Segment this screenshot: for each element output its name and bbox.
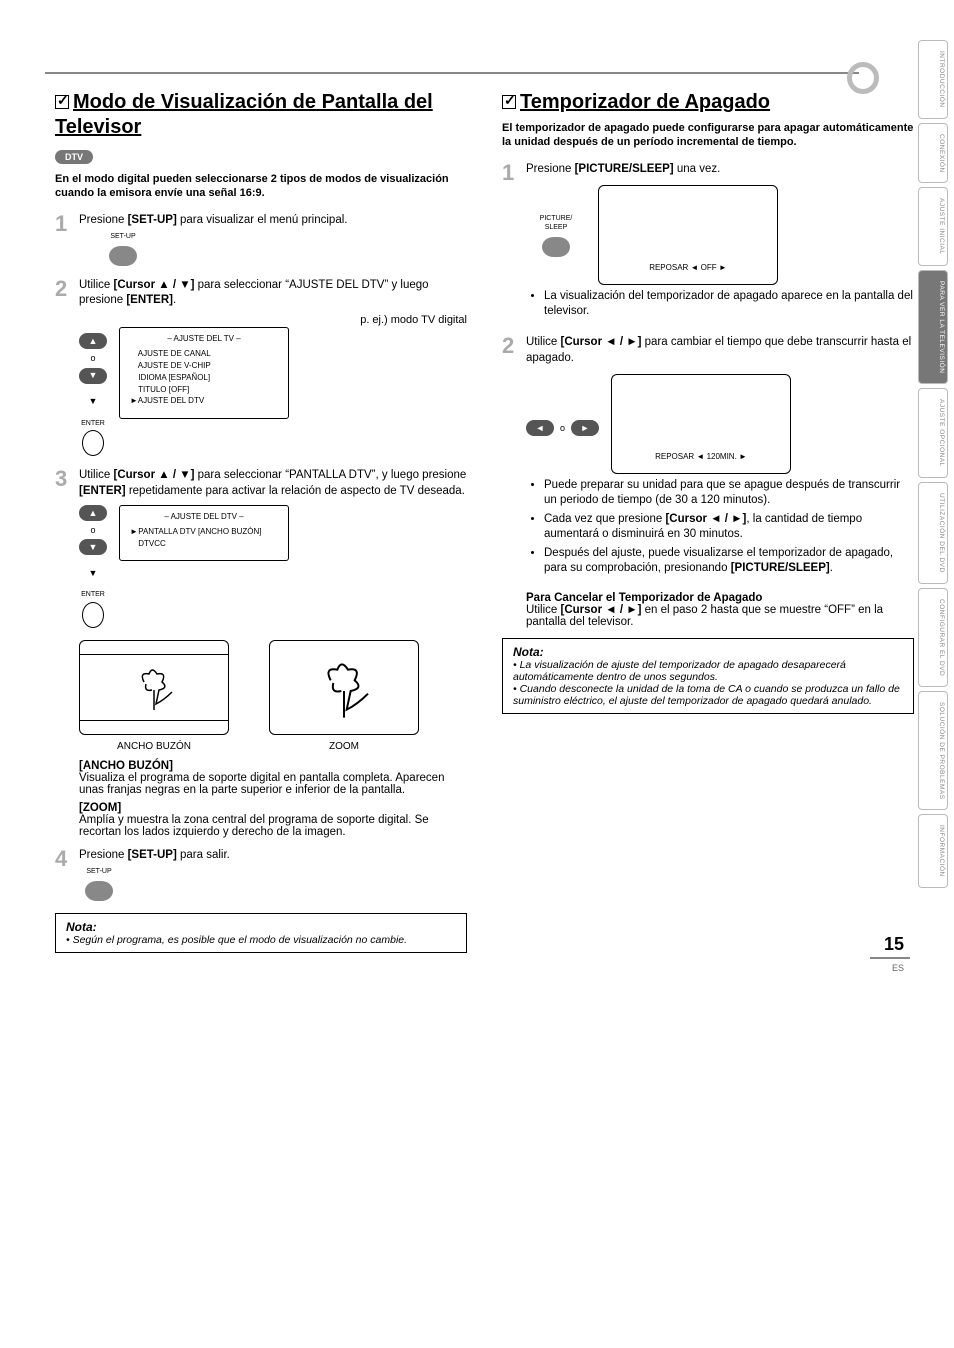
flower-icon	[124, 662, 184, 712]
r2-bullet: Cada vez que presione [Cursor ◄ / ►], la…	[544, 512, 914, 542]
check-icon	[55, 95, 69, 109]
or-separator: o	[90, 352, 95, 364]
cursor-indicator-down-icon: ▼	[79, 565, 107, 581]
enter-button-icon	[82, 430, 104, 456]
osd-line: AJUSTE DE CANAL	[130, 349, 278, 360]
thumb-label-zoom: ZOOM	[329, 741, 359, 752]
enter-label: ENTER	[81, 419, 105, 428]
left-intro: En el modo digital pueden seleccionarse …	[55, 172, 467, 201]
right-note: Nota: • La visualización de ajuste del t…	[502, 638, 914, 714]
zoom-body: Amplía y muestra la zona central del pro…	[79, 814, 467, 838]
step-number: 1	[502, 162, 518, 323]
cursor-right-icon: ►	[571, 420, 599, 436]
osd-ajuste-tv: – AJUSTE DEL TV – AJUSTE DE CANAL AJUSTE…	[119, 327, 289, 419]
top-rule	[45, 72, 859, 74]
or-separator: o	[560, 422, 565, 434]
side-tab: INTRODUCCIÓN	[918, 40, 948, 119]
col-right: Temporizador de Apagado El temporizador …	[502, 90, 914, 953]
thumb-ancho-buzon	[79, 640, 229, 735]
eg-label: p. ej.) modo TV digital	[79, 313, 467, 328]
cursor-down-icon: ▼	[79, 368, 107, 384]
side-tab: SOLUCIÓN DE PROBLEMAS	[918, 691, 948, 811]
osd-line: IDIOMA [ESPAÑOL]	[130, 373, 278, 384]
step-number: 3	[55, 468, 71, 628]
zoom-head: [ZOOM]	[79, 802, 467, 814]
left-note: Nota: • Según el programa, es posible qu…	[55, 913, 467, 953]
cursor-left-icon: ◄	[526, 420, 554, 436]
note-item: • La visualización de ajuste del tempori…	[513, 659, 903, 683]
r1-bullet: La visualización del temporizador de apa…	[544, 289, 914, 319]
r2-bullet: Puede preparar su unidad para que se apa…	[544, 478, 914, 508]
cursor-down-icon: ▼	[79, 539, 107, 555]
setup-button-label: SET-UP	[79, 867, 119, 876]
cancel-body: Utilice [Cursor ◄ / ►] en el paso 2 hast…	[526, 604, 914, 628]
left-title: Modo de Visualización de Pantalla del Te…	[55, 90, 467, 140]
setup-button-label: SET-UP	[103, 232, 143, 241]
page-number: 15	[884, 934, 904, 955]
step-number: 4	[55, 848, 71, 901]
aspect-thumbnails: ANCHO BUZÓN ZOOM	[79, 640, 467, 752]
cursor-up-icon: ▲	[79, 505, 107, 521]
right-title: Temporizador de Apagado	[502, 90, 914, 115]
side-tabs: INTRODUCCIÓN CONEXIÓNAJUSTE INICIAL PARA V…	[918, 40, 948, 888]
cursor-indicator-down-icon: ▼	[79, 394, 107, 410]
right-intro: El temporizador de apagado puede configu…	[502, 121, 914, 150]
enter-label: ENTER	[81, 590, 105, 599]
side-tab: PARA VER LA TELEVISIÓN	[918, 270, 948, 384]
or-separator: o	[90, 524, 95, 536]
picture-sleep-button-icon	[542, 237, 570, 257]
ancho-buzon-head: [ANCHO BUZÓN]	[79, 760, 467, 772]
lang-label: ES	[892, 963, 904, 973]
setup-button-icon	[85, 881, 113, 901]
osd-line: ► PANTALLA DTV [ANCHO BUZÓN]	[130, 527, 278, 538]
osd-line: DTVCC	[130, 539, 278, 550]
osd-line: ► AJUSTE DEL DTV	[130, 396, 278, 407]
picture-sleep-label: PICTURE/ SLEEP	[526, 214, 586, 233]
check-icon	[502, 95, 516, 109]
osd-line: AJUSTE DE V-CHIP	[130, 361, 278, 372]
left-step3: 3 Utilice [Cursor ▲ / ▼] para selecciona…	[55, 468, 467, 628]
dtv-badge: DTV	[55, 150, 93, 164]
side-tab: AJUSTE OPCIONAL	[918, 388, 948, 478]
right-step1: 1 Presione [PICTURE/SLEEP] una vez. PICT…	[502, 162, 914, 323]
note-item: • Cuando desconecte la unidad de la toma…	[513, 683, 903, 707]
thumb-zoom	[269, 640, 419, 735]
left-step1: 1 Presione [SET-UP] para visualizar el m…	[55, 213, 467, 266]
side-tab: CONEXIÓN	[918, 123, 948, 184]
cursor-up-icon: ▲	[79, 333, 107, 349]
step-number: 2	[55, 278, 71, 456]
side-tab: INFORMACIÓN	[918, 814, 948, 888]
left-step4: 4 Presione [SET-UP] para salir. SET-UP	[55, 848, 467, 901]
osd-ajuste-dtv: – AJUSTE DEL DTV – ► PANTALLA DTV [ANCHO…	[119, 505, 289, 561]
thumb-label-ancho: ANCHO BUZÓN	[117, 741, 191, 752]
step-number: 1	[55, 213, 71, 266]
step-number: 2	[502, 335, 518, 580]
side-tab: UTILIZACIÓN DEL DVD	[918, 482, 948, 584]
cancel-head: Para Cancelar el Temporizador de Apagado	[526, 592, 914, 604]
col-left: Modo de Visualización de Pantalla del Te…	[55, 90, 467, 953]
right-step2: 2 Utilice [Cursor ◄ / ►] para cambiar el…	[502, 335, 914, 580]
r2-bullet: Después del ajuste, puede visualizarse e…	[544, 546, 914, 576]
enter-button-icon	[82, 602, 104, 628]
left-step2: 2 Utilice [Cursor ▲ / ▼] para selecciona…	[55, 278, 467, 456]
setup-button-icon	[109, 246, 137, 266]
osd-sleep-120: REPOSAR ◄ 120MIN. ►	[611, 374, 791, 474]
side-tab: AJUSTE INICIAL	[918, 187, 948, 265]
side-tab: CONFIGURAR EL DVD	[918, 588, 948, 687]
osd-line: TITULO [OFF]	[130, 385, 278, 396]
osd-sleep-off: REPOSAR ◄ OFF ►	[598, 185, 778, 285]
ancho-buzon-body: Visualiza el programa de soporte digital…	[79, 772, 467, 796]
flower-icon	[304, 652, 384, 722]
